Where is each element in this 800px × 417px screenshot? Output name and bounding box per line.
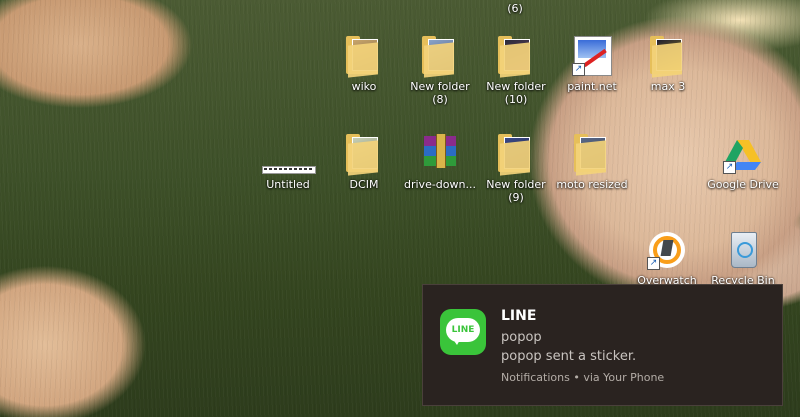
desktop-icon-untitled[interactable]: Untitled [249, 134, 327, 191]
desktop-icon-overwatch[interactable]: ↗ Overwatch [628, 230, 706, 287]
paint-net-icon: ↗ [572, 36, 612, 76]
folder-icon [496, 134, 536, 176]
notification-app-name: LINE [501, 308, 537, 324]
overwatch-icon: ↗ [647, 230, 687, 270]
shortcut-arrow-icon: ↗ [723, 161, 736, 174]
desktop-icon-google-drive[interactable]: ↗ Google Drive [704, 134, 782, 191]
desktop-icon-recycle-bin[interactable]: Recycle Bin [704, 230, 782, 287]
folder-icon [344, 134, 384, 176]
shortcut-arrow-icon: ↗ [572, 63, 585, 76]
desktop-icon-max-3[interactable]: max 3 [629, 36, 707, 93]
desktop-icon-new-folder-9[interactable]: New folder (9) [477, 134, 555, 204]
desktop-icon-wiko[interactable]: wiko [325, 36, 403, 93]
image-file-icon [262, 134, 316, 174]
desktop-icon-new-folder-10[interactable]: New folder (10) [477, 36, 555, 106]
folder-icon [496, 36, 536, 78]
desktop-icon-paint-net[interactable]: ↗ paint.net [553, 36, 631, 93]
desktop-icon-new-folder-8[interactable]: New folder (8) [401, 36, 479, 106]
google-drive-icon: ↗ [723, 134, 763, 174]
folder-icon [420, 36, 460, 78]
line-app-icon: LINE [440, 309, 486, 355]
desktop-icon-drive-download[interactable]: drive-down... [401, 134, 479, 191]
folder-icon [344, 36, 384, 78]
folder-icon [572, 134, 612, 176]
desktop-icon-dcim[interactable]: DCIM [325, 134, 403, 191]
winrar-archive-icon [420, 134, 460, 174]
folder-icon [648, 36, 688, 78]
notification-footer: Notifications • via Your Phone [501, 371, 665, 384]
notification-message: popop sent a sticker. [501, 349, 637, 364]
line-notification-toast[interactable]: LINE LINE popop popop sent a sticker. No… [422, 284, 783, 406]
desktop-label-partial: (6) [507, 2, 523, 15]
desktop-icon-moto-resized[interactable]: moto resized [553, 134, 631, 191]
notification-sender: popop [501, 330, 542, 345]
shortcut-arrow-icon: ↗ [647, 257, 660, 270]
recycle-bin-icon [723, 230, 763, 270]
